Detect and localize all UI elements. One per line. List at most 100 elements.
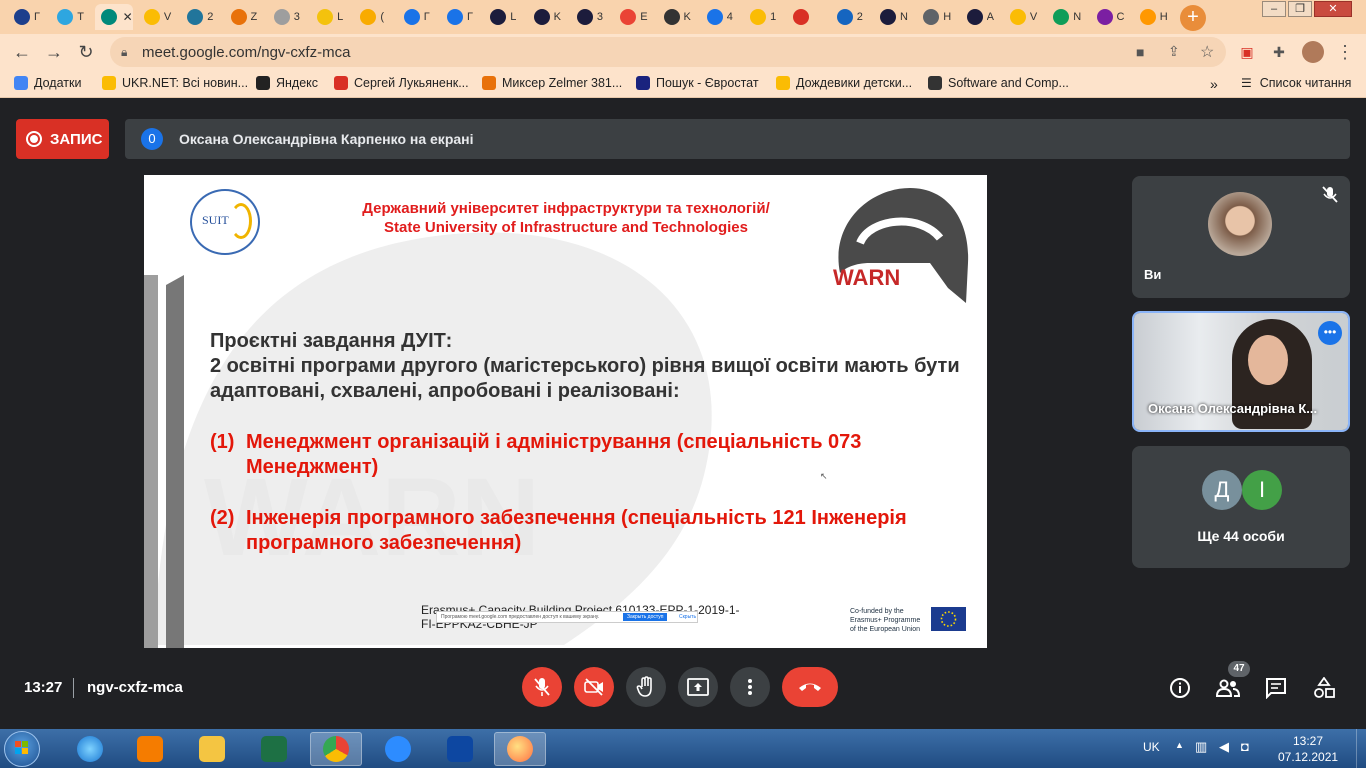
browser-tab[interactable]: 2 xyxy=(831,4,875,30)
presenter-tile[interactable]: ••• Оксана Олександрівна К... xyxy=(1132,311,1350,432)
windows-taskbar: UK ▲ ▥ ◀︎ ◘ 13:27 07.12.2021 xyxy=(0,729,1366,768)
browser-tab[interactable]: K xyxy=(658,4,702,30)
vpn-app[interactable] xyxy=(434,732,486,766)
others-tile[interactable]: Д І Ще 44 особи xyxy=(1132,446,1350,568)
browser-tab[interactable]: 3 xyxy=(571,4,615,30)
browser-tab[interactable]: Т xyxy=(51,4,95,30)
browser-tab[interactable]: N xyxy=(874,4,918,30)
reading-list-button[interactable]: ☰ Список читання xyxy=(1241,76,1351,90)
internet-explorer-app[interactable] xyxy=(64,732,116,766)
bookmark-item[interactable]: Сергей Лукьяненк... xyxy=(334,76,469,90)
zoom-icon xyxy=(385,736,411,762)
excel-app[interactable] xyxy=(248,732,300,766)
language-indicator[interactable]: UK xyxy=(1143,740,1160,754)
browser-tab[interactable]: C xyxy=(1091,4,1135,30)
chat-button[interactable] xyxy=(1264,676,1288,700)
bookmark-item[interactable]: UKR.NET: Всі новин... xyxy=(102,76,248,90)
profile-avatar[interactable] xyxy=(1302,41,1324,63)
notification-icon[interactable]: ◘ xyxy=(1241,739,1249,754)
self-tile[interactable]: Ви xyxy=(1132,176,1350,298)
stop-sharing-button[interactable]: Закрыть доступ xyxy=(623,613,668,621)
close-window-button[interactable]: ✕ xyxy=(1314,1,1352,17)
reload-button[interactable]: ↻ xyxy=(75,41,97,63)
browser-tab[interactable]: Г xyxy=(398,4,442,30)
browser-tab[interactable]: 3 xyxy=(268,4,312,30)
show-desktop-button[interactable] xyxy=(1356,729,1366,768)
browser-tab[interactable]: ( xyxy=(354,4,398,30)
raise-hand-button[interactable] xyxy=(626,667,666,707)
leave-call-button[interactable] xyxy=(782,667,838,707)
hide-notification-button[interactable]: Скрыть xyxy=(679,612,696,622)
browser-tab[interactable] xyxy=(787,4,831,30)
zoom-app[interactable] xyxy=(372,732,424,766)
bookmark-item[interactable]: Дождевики детски... xyxy=(776,76,912,90)
tab-favicon-icon xyxy=(100,9,117,25)
browser-tab[interactable]: K xyxy=(528,4,572,30)
shield-icon xyxy=(447,736,473,762)
browser-tab[interactable]: H xyxy=(1134,4,1178,30)
camera-toggle-button[interactable] xyxy=(574,667,614,707)
meeting-details-button[interactable] xyxy=(1168,676,1192,700)
browser-tab[interactable]: E xyxy=(614,4,658,30)
forward-button[interactable]: → xyxy=(43,41,65,63)
new-tab-button[interactable]: + xyxy=(1180,5,1206,31)
bookmark-item[interactable]: Пошук - Євростат xyxy=(636,76,759,90)
mic-toggle-button[interactable] xyxy=(522,667,562,707)
browser-tab[interactable]: L xyxy=(484,4,528,30)
participants-button[interactable] xyxy=(1216,676,1240,700)
address-bar[interactable]: 🔒︎ meet.google.com/ngv-cxfz-mca ■ ⇪ ☆ xyxy=(110,37,1226,67)
activities-button[interactable] xyxy=(1312,676,1336,700)
browser-tab[interactable]: L xyxy=(311,4,355,30)
camera-icon[interactable]: ■ xyxy=(1136,44,1144,60)
share-icon[interactable]: ⇪ xyxy=(1168,43,1180,60)
extension-icon[interactable]: ▣ xyxy=(1238,43,1256,61)
apps-bookmark[interactable]: Додатки xyxy=(14,76,81,90)
browser-tab[interactable]: N xyxy=(1047,4,1091,30)
lock-icon[interactable]: 🔒︎ xyxy=(121,45,127,60)
back-button[interactable]: ← xyxy=(11,41,33,63)
chrome-app[interactable] xyxy=(310,732,362,766)
more-options-button[interactable] xyxy=(730,667,770,707)
recording-indicator[interactable]: ЗАПИС xyxy=(16,119,109,159)
suit-logo-text: SUIT xyxy=(202,213,229,227)
browser-tab[interactable]: Г xyxy=(441,4,485,30)
bookmark-favicon-icon xyxy=(928,76,942,90)
suit-logo: SUIT xyxy=(190,189,260,255)
start-button[interactable] xyxy=(4,731,40,767)
chrome-menu-icon[interactable]: ⋮ xyxy=(1336,43,1354,61)
extensions-puzzle-icon[interactable]: ✚ xyxy=(1270,43,1288,61)
minimize-button[interactable]: – xyxy=(1262,1,1286,17)
browser-tab[interactable]: A xyxy=(961,4,1005,30)
show-hidden-icons[interactable]: ▲ xyxy=(1175,740,1184,750)
present-screen-button[interactable] xyxy=(678,667,718,707)
browser-tab[interactable]: V xyxy=(1004,4,1048,30)
bookmark-star-icon[interactable]: ☆ xyxy=(1200,42,1214,62)
windows-logo-icon xyxy=(15,741,28,754)
close-tab-icon[interactable]: ✕ xyxy=(123,10,133,24)
bookmark-label: Сергей Лукьяненк... xyxy=(354,76,469,90)
browser-tab-active[interactable]: М✕ xyxy=(94,4,133,30)
eu-flag-icon xyxy=(931,607,966,631)
volume-icon[interactable]: ◀︎ xyxy=(1219,739,1229,755)
tab-favicon-icon xyxy=(1096,9,1113,25)
browser-tab[interactable]: 4 xyxy=(701,4,745,30)
browser-tab[interactable]: H xyxy=(917,4,961,30)
browser-tab[interactable]: V xyxy=(138,4,182,30)
tab-favicon-icon xyxy=(1139,9,1156,25)
excel-icon xyxy=(261,736,287,762)
browser-tab[interactable]: Z xyxy=(225,4,269,30)
paint-app[interactable] xyxy=(494,732,546,766)
slide-body: Проєктні завдання ДУІТ: 2 освітні програ… xyxy=(210,329,970,404)
browser-tab[interactable]: 1 xyxy=(744,4,788,30)
browser-tab[interactable]: 2 xyxy=(181,4,225,30)
bookmark-item[interactable]: Software and Comp... xyxy=(928,76,1069,90)
bookmark-item[interactable]: Яндекс xyxy=(256,76,318,90)
bookmark-item[interactable]: Миксер Zelmer 381... xyxy=(482,76,622,90)
network-icon[interactable]: ▥ xyxy=(1195,739,1207,755)
taskbar-clock[interactable]: 13:27 07.12.2021 xyxy=(1278,733,1338,765)
more-bookmarks-button[interactable]: » xyxy=(1210,76,1218,92)
maximize-button[interactable]: ❐ xyxy=(1288,1,1312,17)
browser-tab[interactable]: Г xyxy=(8,4,52,30)
file-explorer-app[interactable] xyxy=(186,732,238,766)
media-player-app[interactable] xyxy=(124,732,176,766)
